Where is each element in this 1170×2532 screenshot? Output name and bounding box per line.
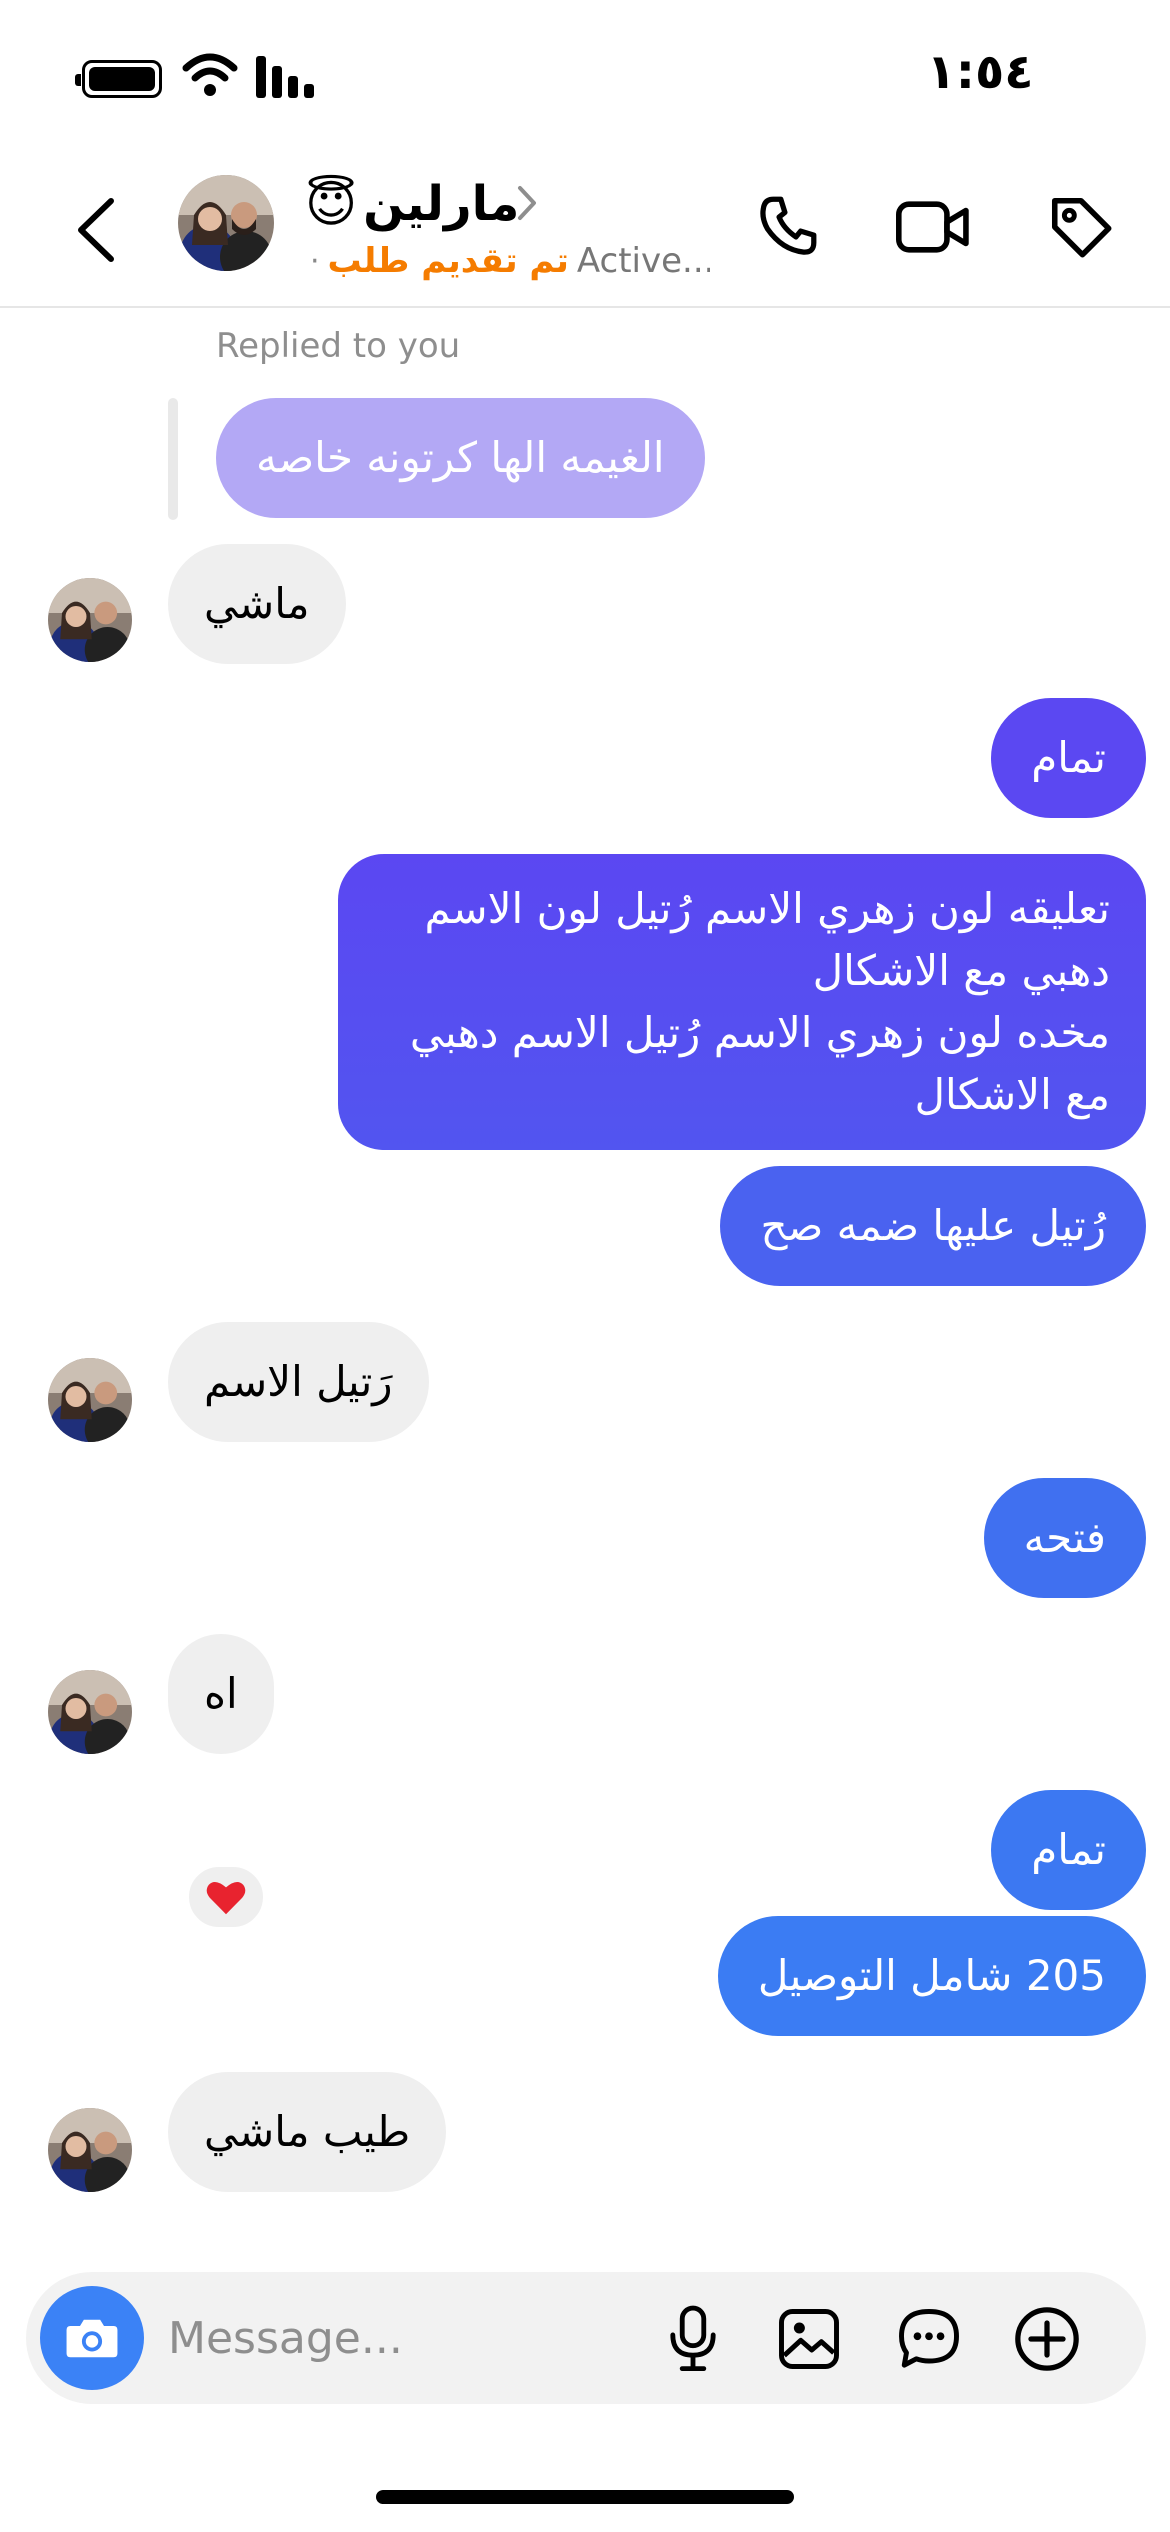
more-options-button[interactable] [1010, 2302, 1084, 2376]
sticker-button[interactable] [892, 2302, 966, 2376]
heart-icon [206, 1881, 246, 1915]
incoming-message[interactable]: طيب ماشي [168, 2072, 447, 2192]
replied-label: Replied to you [216, 326, 461, 366]
chevron-right-icon[interactable] [512, 182, 542, 224]
outgoing-message-multiline[interactable]: تعليقه لون زهري الاسم رُتيل لون الاسم ده… [338, 854, 1146, 1150]
message-line: مع الاشكال [914, 1070, 1110, 1119]
sender-avatar[interactable] [48, 1670, 132, 1754]
phone-icon [760, 196, 817, 255]
active-status: Active... [576, 241, 710, 281]
label-button[interactable] [1038, 184, 1124, 270]
gallery-icon [779, 2309, 839, 2369]
video-call-button[interactable] [890, 184, 976, 270]
message-thread[interactable]: Replied to you الغيمه الها كرتونه خاصه م… [0, 310, 1170, 2260]
contact-title[interactable]: 😇 مارلين [305, 172, 519, 236]
battery-icon [75, 60, 162, 98]
message-line: مخده لون زهري الاسم رُتيل الاسم دهبي [409, 1008, 1110, 1057]
outgoing-message[interactable]: 205 شامل التوصيل [717, 1916, 1146, 2036]
subtitle-separator: · [310, 243, 320, 279]
contact-avatar[interactable] [178, 175, 274, 271]
camera-button[interactable] [40, 2286, 144, 2390]
outgoing-message[interactable]: تمام [991, 698, 1146, 818]
status-bar: ١:٥٤ [0, 0, 1170, 150]
sender-avatar[interactable] [48, 2108, 132, 2192]
incoming-message[interactable]: ماشي [168, 544, 346, 664]
avatar-image [48, 1670, 132, 1754]
outgoing-message[interactable]: تمام [991, 1790, 1146, 1910]
reply-quote-bar [168, 398, 178, 520]
microphone-icon [670, 2305, 716, 2372]
avatar-image [48, 578, 132, 662]
message-composer [26, 2272, 1146, 2404]
status-time: ١:٥٤ [926, 44, 1034, 100]
chat-header: 😇 مارلين · تم تقديم طلب Active... [0, 150, 1170, 308]
home-indicator[interactable] [376, 2490, 794, 2504]
message-input[interactable] [168, 2302, 648, 2374]
signal-icon [256, 56, 314, 98]
outgoing-message[interactable]: رُتيل عليها ضمه صح [720, 1166, 1146, 1286]
video-camera-icon [896, 201, 969, 253]
contact-name: مارلين [363, 176, 520, 232]
reply-quote-bubble[interactable]: الغيمه الها كرتونه خاصه [216, 398, 705, 518]
plus-icon [1015, 2307, 1079, 2371]
contact-subtitle: · تم تقديم طلب Active... [310, 236, 710, 286]
sender-avatar[interactable] [48, 1358, 132, 1442]
order-status-label: تم تقديم طلب [327, 241, 569, 281]
voice-message-button[interactable] [656, 2302, 730, 2376]
back-icon [78, 198, 114, 262]
sender-avatar[interactable] [48, 578, 132, 662]
tag-icon [1051, 197, 1112, 258]
gallery-button[interactable] [772, 2302, 846, 2376]
audio-call-button[interactable] [746, 184, 832, 270]
contact-emoji: 😇 [305, 175, 358, 233]
incoming-message[interactable]: رَتيل الاسم [168, 1322, 429, 1442]
sticker-icon [899, 2309, 959, 2368]
avatar-image [48, 2108, 132, 2192]
avatar-image [178, 175, 274, 271]
wifi-icon [182, 53, 238, 96]
message-reaction[interactable] [184, 1862, 268, 1932]
message-line: دهبي مع الاشكال [812, 946, 1110, 995]
back-button[interactable] [60, 190, 130, 270]
camera-icon [66, 2319, 118, 2358]
incoming-message[interactable]: اه [168, 1634, 274, 1754]
message-line: تعليقه لون زهري الاسم رُتيل لون الاسم [424, 884, 1110, 933]
outgoing-message[interactable]: فتحه [983, 1478, 1146, 1598]
avatar-image [48, 1358, 132, 1442]
